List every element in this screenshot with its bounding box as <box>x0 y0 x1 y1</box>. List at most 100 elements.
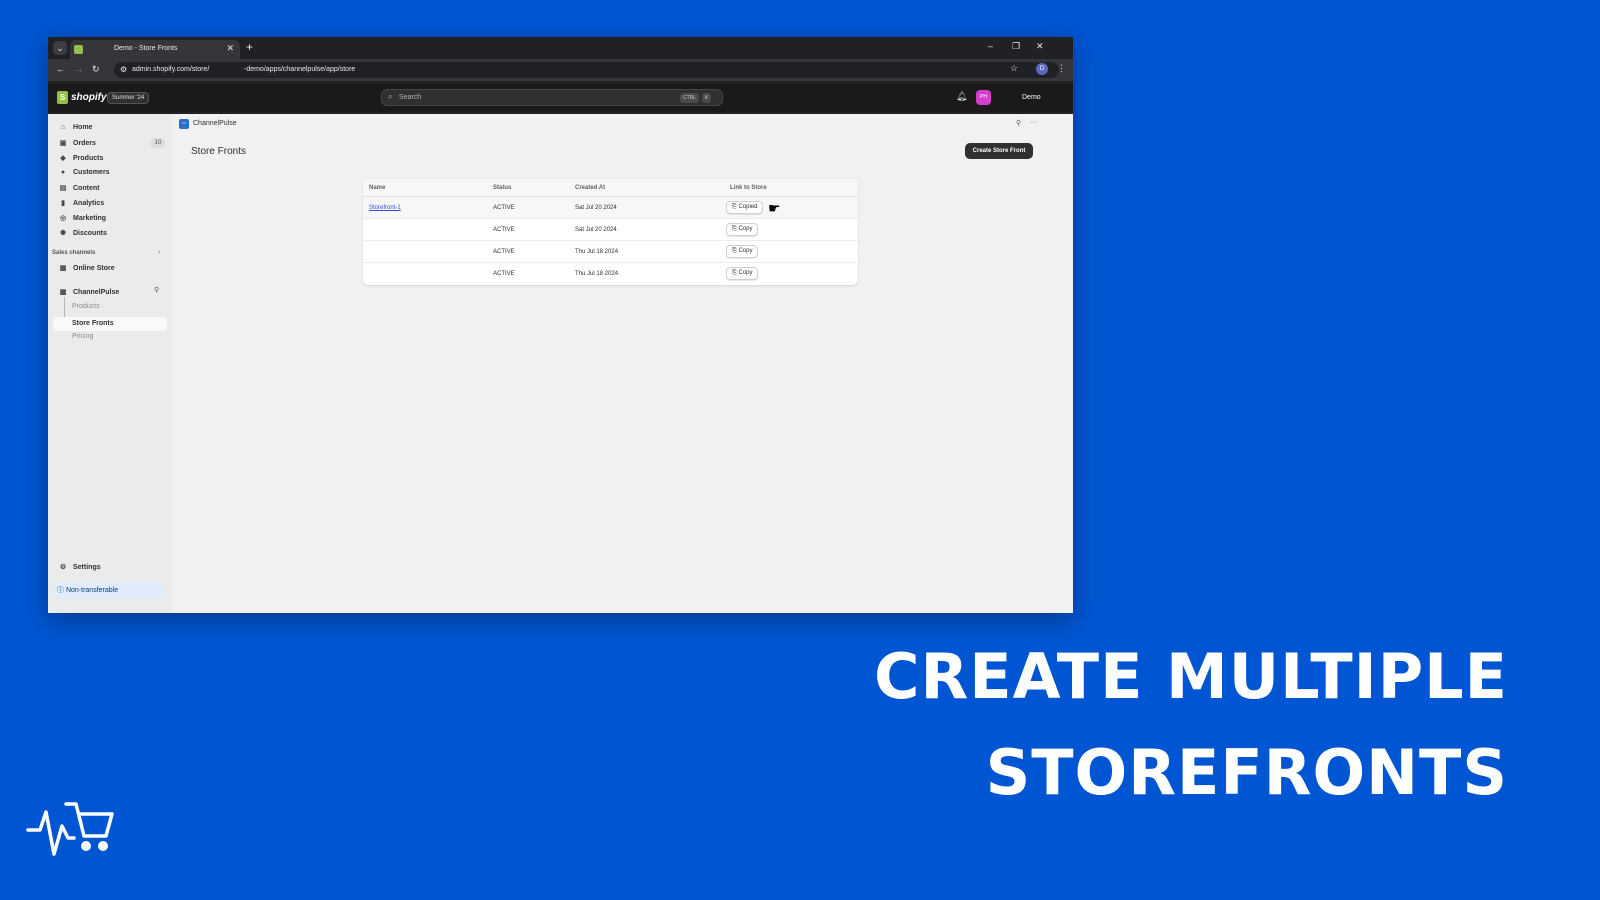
sidebar-item-orders[interactable]: ▣ Orders <box>59 139 96 148</box>
browser-menu-icon[interactable]: ⋮ <box>1057 63 1066 74</box>
copy-link-button[interactable]: ⎘ Copy <box>726 245 759 258</box>
sidebar-item-discounts[interactable]: ✺ Discounts <box>59 229 107 238</box>
sidebar-item-label: Orders <box>73 139 96 147</box>
url-suffix: -demo/apps/channelpulse/app/store <box>244 66 356 73</box>
column-header-created-at: Created At <box>575 185 606 191</box>
copy-button-label: Copy <box>738 226 753 232</box>
sidebar-subitem-products[interactable]: Products <box>72 303 100 310</box>
bookmark-star-icon[interactable]: ☆ <box>1010 63 1018 74</box>
sidebar-subitem-pricing[interactable]: Pricing <box>72 333 93 340</box>
sidebar-item-products[interactable]: ◆ Products <box>59 154 103 163</box>
site-settings-icon[interactable]: ⚙ <box>120 65 127 74</box>
created-at-cell: Sat Jul 20 2024 <box>575 205 617 211</box>
kbd-k: K <box>702 93 712 103</box>
sidebar-item-channelpulse[interactable]: ▩ ChannelPulse <box>59 288 120 297</box>
tab-title: Demo - Store Fronts <box>114 45 178 52</box>
forward-icon[interactable]: → <box>74 64 83 74</box>
hand-cursor-icon: ☛ <box>768 200 781 216</box>
search-input[interactable]: ⌕ Search CTRL K <box>381 89 723 106</box>
browser-tab[interactable]: Demo - Store Fronts ✕ <box>70 40 240 59</box>
sidebar-item-analytics[interactable]: ▮ Analytics <box>59 199 105 208</box>
table-row[interactable]: Storefront-1 ACTIVE Sat Jul 20 2024 ⎘ Co… <box>363 197 858 219</box>
sidebar-subitem-store-fronts[interactable]: Store Fronts <box>53 317 167 331</box>
browser-window: ⌄ Demo - Store Fronts ✕ + – ❐ ✕ ← → ↻ ⚙ … <box>48 37 1073 613</box>
admin-body: ⌂ Home ▣ Orders 10 ◆ Products ● Customers ▤ C… <box>48 114 1073 613</box>
new-tab-icon[interactable]: + <box>246 40 253 54</box>
shopify-bag-icon: S <box>57 91 68 104</box>
content-icon: ▤ <box>59 185 67 192</box>
status-cell: ACTIVE <box>493 205 515 211</box>
pin-app-icon[interactable]: ⚲ <box>1016 119 1021 127</box>
copy-button-label: Copy <box>738 248 753 254</box>
table-row[interactable]: ACTIVE Thu Jul 18 2024 ⎘ Copy <box>363 241 858 263</box>
sidebar-item-label: Online Store <box>73 264 115 272</box>
sidebar-item-marketing[interactable]: ◎ Marketing <box>59 214 107 223</box>
minimize-icon[interactable]: – <box>988 41 993 51</box>
orders-icon: ▣ <box>59 140 67 147</box>
create-store-front-button[interactable]: Create Store Front <box>965 143 1033 159</box>
tab-bar: ⌄ Demo - Store Fronts ✕ + – ❐ ✕ <box>48 37 1073 59</box>
close-window-icon[interactable]: ✕ <box>1036 41 1044 52</box>
shopify-logo[interactable]: S shopify <box>57 91 107 104</box>
copy-link-button[interactable]: ⎘ Copied <box>726 201 764 214</box>
sidebar-item-label: Content <box>73 184 100 192</box>
copy-button-label: Copied <box>738 204 758 210</box>
page-title: Store Fronts <box>191 146 247 157</box>
close-tab-icon[interactable]: ✕ <box>226 43 234 54</box>
copy-link-button[interactable]: ⎘ Copy <box>726 267 759 280</box>
tab-search-icon[interactable]: ⌄ <box>53 41 67 55</box>
sidebar-item-content[interactable]: ▤ Content <box>59 184 100 193</box>
pulse-cart-logo-icon <box>26 802 114 856</box>
sidebar-item-home[interactable]: ⌂ Home <box>59 124 93 131</box>
info-icon: ⓘ <box>57 587 66 594</box>
storefront-name-link[interactable]: Storefront-1 <box>369 205 401 211</box>
tag-icon: ◆ <box>60 155 66 162</box>
store-avatar[interactable]: PH <box>976 90 991 105</box>
table-row[interactable]: ACTIVE Thu Jul 18 2024 ⎘ Copy <box>363 263 858 285</box>
sidebar-item-label: Customers <box>73 169 110 176</box>
restore-icon[interactable]: ❐ <box>1012 41 1020 52</box>
search-placeholder: Search <box>399 94 422 101</box>
sidebar-item-label: Analytics <box>73 199 105 207</box>
column-header-name: Name <box>369 185 386 191</box>
created-at-cell: Thu Jul 18 2024 <box>575 271 619 277</box>
sidebar-item-label: Settings <box>73 563 101 571</box>
status-cell: ACTIVE <box>493 249 515 255</box>
channelpulse-app-icon: 〰 <box>179 119 189 129</box>
promo-headline-line2: STOREFRONTS <box>985 736 1508 809</box>
sidebar-item-label: Home <box>73 124 93 131</box>
status-cell: ACTIVE <box>493 271 515 277</box>
notifications-bell-icon[interactable]: 🔔︎ <box>956 91 967 102</box>
sidebar-item-settings[interactable]: ⚙ Settings <box>59 563 101 572</box>
back-icon[interactable]: ← <box>56 64 65 74</box>
discount-icon: ✺ <box>60 230 66 237</box>
home-icon: ⌂ <box>60 124 66 131</box>
chevron-right-icon[interactable]: › <box>158 249 160 256</box>
copy-link-button[interactable]: ⎘ Copy <box>726 223 759 236</box>
edition-badge[interactable]: Summer '24 <box>107 92 150 104</box>
more-options-icon[interactable]: ··· <box>1030 119 1037 126</box>
profile-avatar[interactable]: D <box>1036 63 1048 75</box>
store-name[interactable]: Demo <box>1022 94 1041 101</box>
bar-chart-icon: ▮ <box>61 200 65 207</box>
search-icon: ⌕ <box>388 92 393 101</box>
table-header: Name Status Created At Link to Store <box>363 179 858 197</box>
status-cell: ACTIVE <box>493 227 515 233</box>
reload-icon[interactable]: ↻ <box>92 64 100 75</box>
sidebar-item-label: Marketing <box>73 214 107 222</box>
url-field[interactable]: ⚙ admin.shopify.com/store/ -demo/apps/ch… <box>114 62 1059 78</box>
sidebar-item-online-store[interactable]: ▦ Online Store <box>59 264 115 273</box>
kbd-ctrl: CTRL <box>680 93 700 103</box>
non-transferable-banner[interactable]: ⓘ Non-transferable <box>53 582 164 599</box>
sidebar-item-customers[interactable]: ● Customers <box>59 169 110 176</box>
copy-button-label: Copy <box>738 270 753 276</box>
table-row[interactable]: ACTIVE Sat Jul 20 2024 ⎘ Copy <box>363 219 858 241</box>
sales-channels-heading: Sales channels <box>52 250 96 256</box>
sidebar-item-label: ChannelPulse <box>73 288 120 296</box>
shopify-topbar: S shopify Summer '24 ⌕ Search CTRL K 🔔︎ … <box>48 84 1073 112</box>
shopify-favicon-icon <box>74 45 83 54</box>
non-transferable-label: Non-transferable <box>65 587 119 594</box>
app-icon: ▩ <box>59 289 67 296</box>
pin-icon[interactable]: ⚲ <box>154 286 159 294</box>
store-icon: ▦ <box>59 265 67 272</box>
